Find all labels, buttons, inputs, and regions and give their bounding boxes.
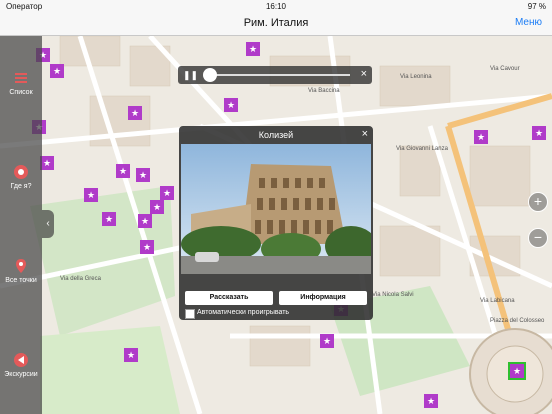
- popup-close-icon[interactable]: ×: [362, 128, 368, 140]
- location-icon: [14, 165, 28, 179]
- page-title: Рим. Италия: [243, 17, 309, 29]
- progress-track[interactable]: [204, 74, 350, 76]
- poi-marker[interactable]: ★: [474, 130, 488, 144]
- poi-marker[interactable]: ★: [50, 64, 64, 78]
- zoom-out-button[interactable]: −: [528, 228, 548, 248]
- poi-marker[interactable]: ★: [246, 42, 260, 56]
- sidebar-item-where-am-i[interactable]: Где я?: [0, 164, 42, 190]
- street-label: Via Nicola Salvi: [372, 292, 414, 298]
- close-icon[interactable]: ×: [361, 68, 367, 80]
- poi-marker[interactable]: ★: [150, 200, 164, 214]
- progress-knob[interactable]: [203, 68, 217, 82]
- poi-popup: Колизей × Рассказать Информация Автомати…: [179, 126, 373, 320]
- info-button[interactable]: Информация: [279, 291, 367, 305]
- street-label: Via Labicana: [480, 298, 515, 304]
- sidebar-item-label: Список: [9, 89, 33, 96]
- zoom-in-button[interactable]: +: [528, 192, 548, 212]
- sidebar-item-label: Экскурсии: [4, 371, 38, 378]
- clock: 16:10: [265, 2, 287, 11]
- battery-label: 97 %: [527, 2, 546, 11]
- poi-marker[interactable]: ★: [128, 106, 142, 120]
- street-label: Via della Greca: [60, 276, 101, 282]
- poi-marker[interactable]: ★: [84, 188, 98, 202]
- audio-player: ❚❚ ×: [178, 66, 372, 84]
- list-icon: [15, 73, 27, 83]
- all-points-icon: [16, 259, 26, 273]
- poi-marker[interactable]: ★: [40, 156, 54, 170]
- poi-marker-selected[interactable]: ★: [508, 362, 526, 380]
- tours-icon: [14, 353, 28, 367]
- sidebar-item-label: Где я?: [10, 183, 32, 190]
- tell-button[interactable]: Рассказать: [185, 291, 273, 305]
- autoplay-label: Автоматически проигрывать: [197, 309, 290, 316]
- sidebar-item-list[interactable]: Список: [0, 70, 42, 96]
- street-label: Piazza del Colosseo: [490, 318, 545, 324]
- street-label: Via Cavour: [490, 66, 520, 72]
- popup-title: Колизей: [258, 130, 294, 140]
- poi-marker[interactable]: ★: [102, 212, 116, 226]
- sidebar-item-label: Все точки: [5, 277, 37, 284]
- colosseum-photo: [181, 144, 371, 274]
- street-label: Via Leonina: [400, 74, 432, 80]
- poi-marker[interactable]: ★: [532, 126, 546, 140]
- poi-marker[interactable]: ★: [136, 168, 150, 182]
- status-bar: Оператор 16:10 97 %: [0, 0, 552, 12]
- sidebar-item-tours[interactable]: Экскурсии: [0, 352, 42, 378]
- street-label: Via Giovanni Lanza: [396, 146, 448, 152]
- poi-marker[interactable]: ★: [160, 186, 174, 200]
- poi-marker[interactable]: ★: [224, 98, 238, 112]
- autoplay-checkbox[interactable]: [185, 309, 195, 319]
- poi-marker[interactable]: ★: [124, 348, 138, 362]
- poi-marker[interactable]: ★: [320, 334, 334, 348]
- sidebar-item-all-points[interactable]: Все точки: [0, 258, 42, 284]
- poi-marker[interactable]: ★: [116, 164, 130, 178]
- navigation-bar: Рим. Италия Меню: [0, 12, 552, 36]
- poi-marker[interactable]: ★: [424, 394, 438, 408]
- sidebar: Список Где я? Все точки Экскурсии: [0, 36, 42, 414]
- poi-marker[interactable]: ★: [140, 240, 154, 254]
- menu-button[interactable]: Меню: [515, 17, 542, 28]
- sidebar-collapse-handle[interactable]: ‹: [42, 210, 54, 238]
- street-label: Via Baccina: [308, 88, 340, 94]
- poi-marker[interactable]: ★: [138, 214, 152, 228]
- pause-icon[interactable]: ❚❚: [183, 70, 198, 81]
